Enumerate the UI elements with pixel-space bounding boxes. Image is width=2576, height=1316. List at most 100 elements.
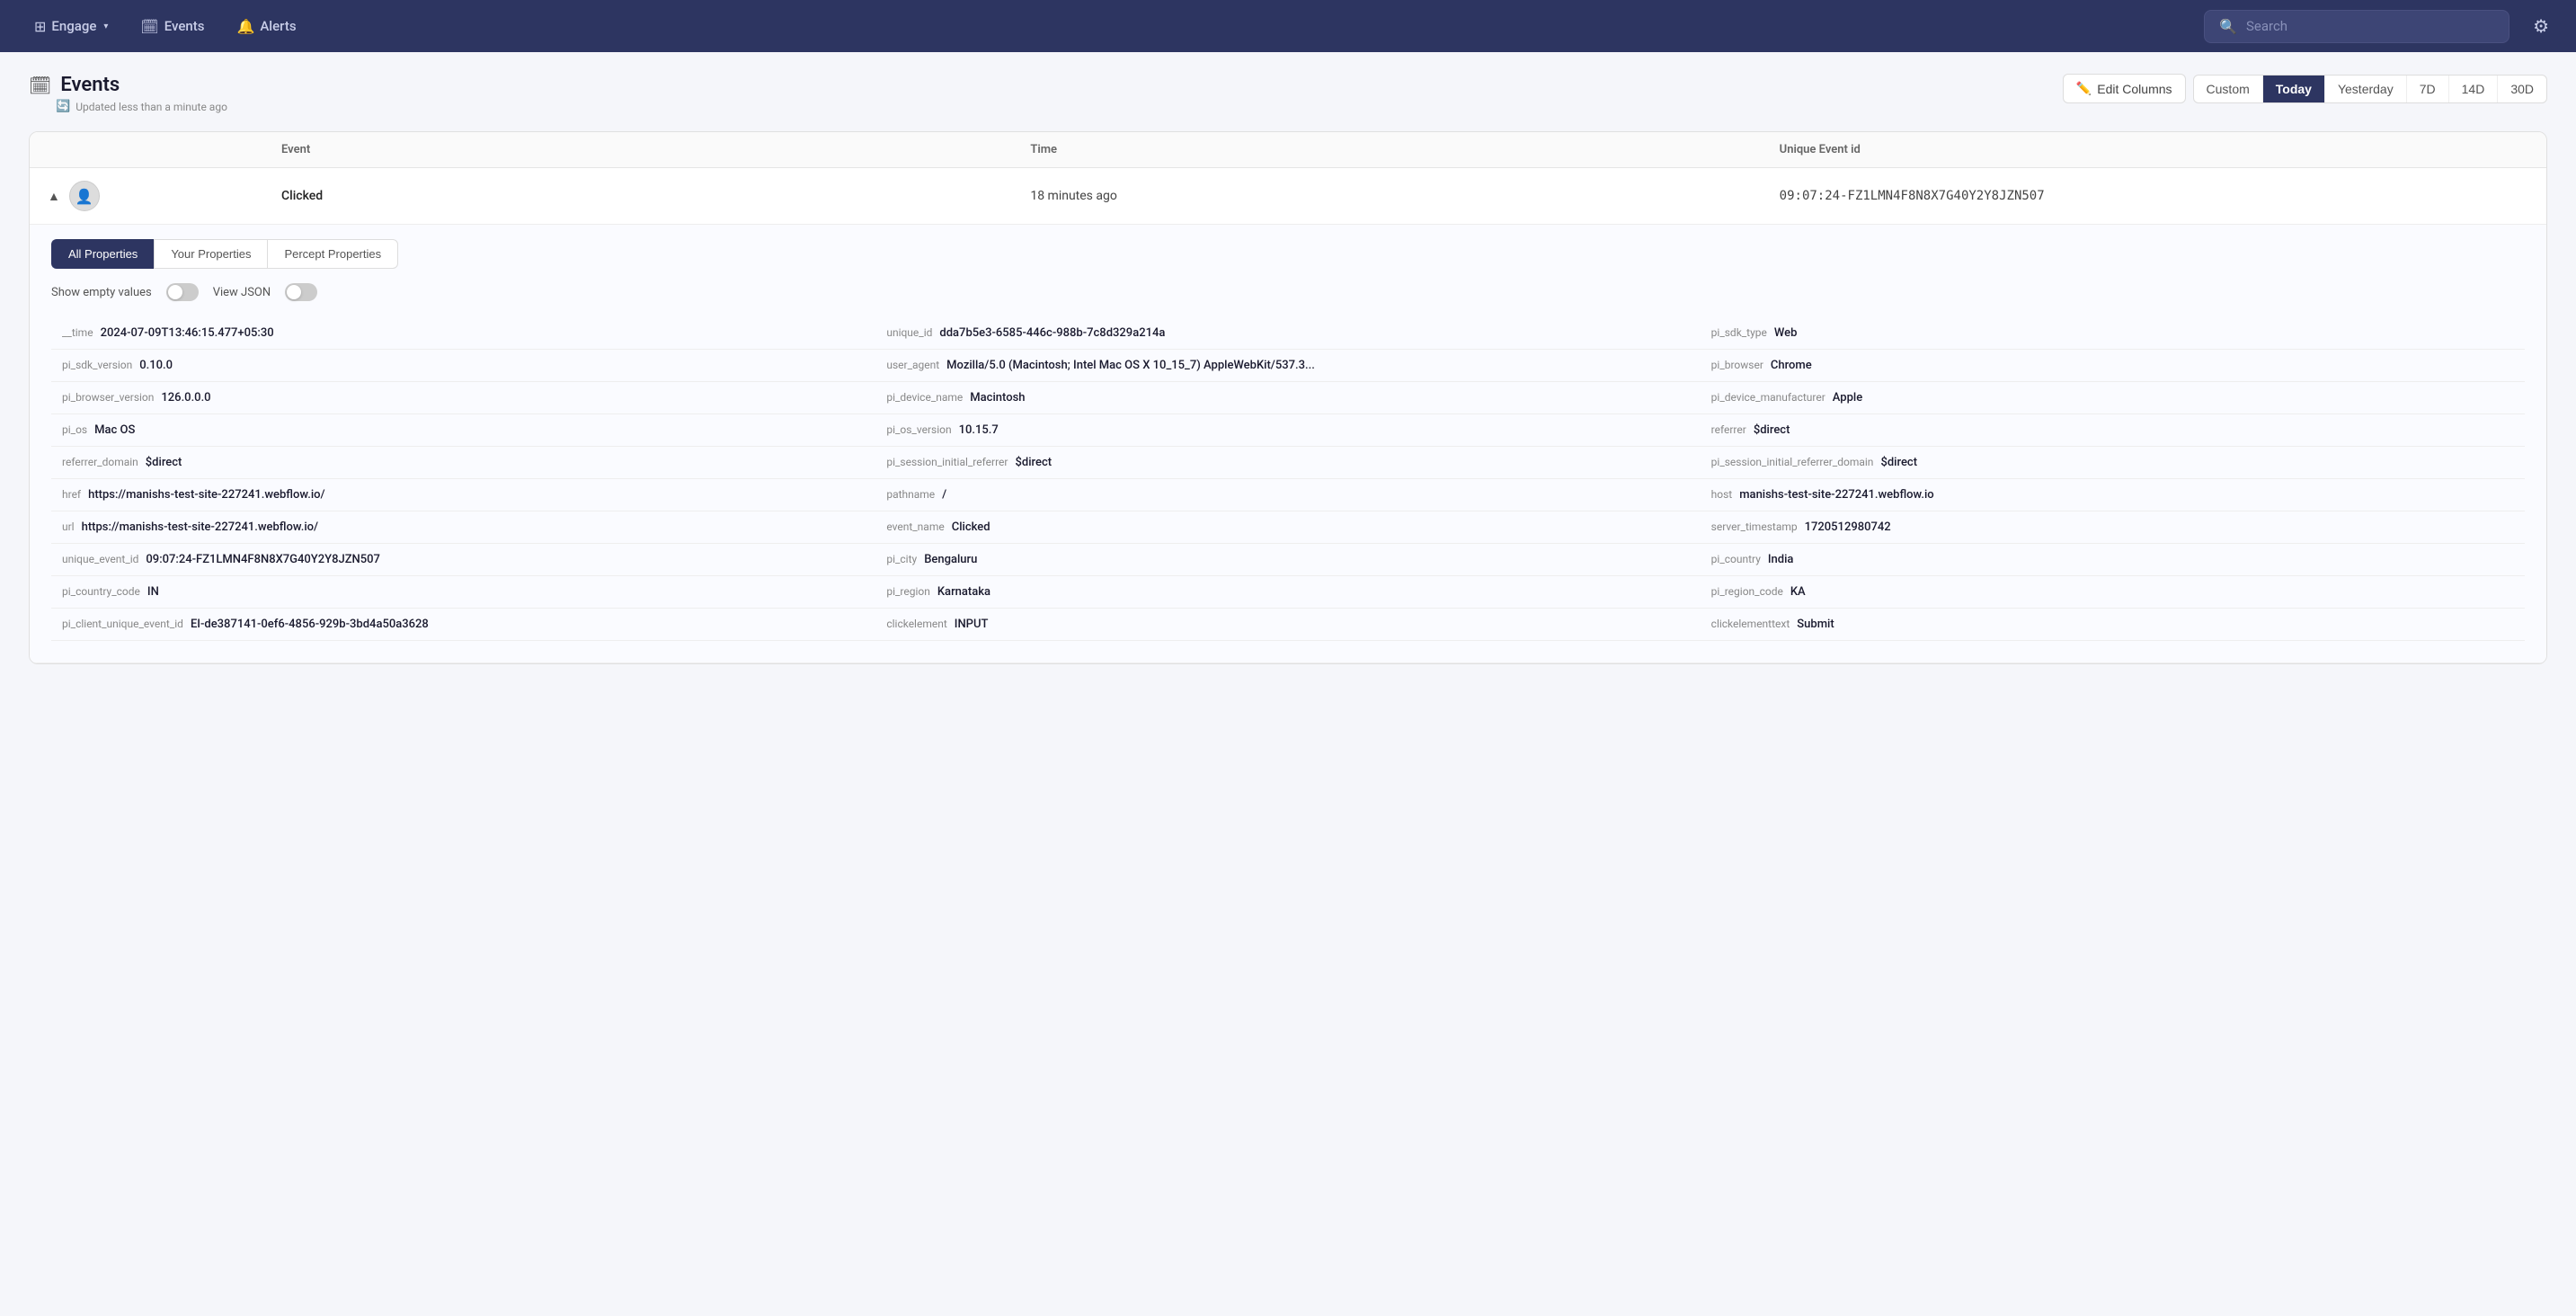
refresh-icon: 🔄 [56,100,70,113]
prop-item-clickelement: clickelement INPUT [875,609,1700,641]
prop-item-unique_id: unique_iddda7b5e3-6585-446c-988b-7c8d329… [875,317,1700,350]
prop-tab-2[interactable]: Percept Properties [267,239,398,269]
prop-key: unique_id [886,326,932,339]
page-header-right: ✏️ Edit Columns CustomTodayYesterday7D14… [2063,74,2547,103]
prop-value: Web [1774,326,1798,340]
prop-item-pi_country: pi_countryIndia [1701,544,2525,576]
prop-value: KA [1790,585,1806,599]
prop-key: server_timestamp [1711,520,1798,533]
prop-item-pi_region_code: pi_region_codeKA [1701,576,2525,609]
prop-item-host: host manishs-test-site-227241.webflow.io [1701,479,2525,511]
col-unique-event-id: Unique Event id [1780,143,2528,156]
prop-value: 0.10.0 [139,359,173,372]
prop-value: EI-de387141-0ef6-4856-929b-3bd4a50a3628 [191,618,429,631]
prop-item-pi_region: pi_regionKarnataka [875,576,1700,609]
prop-item-pi_city: pi_city Bengaluru [875,544,1700,576]
prop-item-pi_device_name: pi_device_name Macintosh [875,382,1700,414]
expand-button[interactable]: ▲ [48,189,60,203]
prop-key: pi_device_name [886,391,963,404]
events-nav-item[interactable]: 🗓 Events [128,11,217,42]
time-filter-7d[interactable]: 7D [2407,76,2449,102]
prop-key: pi_browser_version [62,391,154,404]
prop-item-pi_client_unique_event_id: pi_client_unique_event_id EI-de387141-0ef… [51,609,875,641]
properties-grid: __time 2024-07-09T13:46:15.477+05:30 uniqu… [51,317,2525,641]
prop-value: Macintosh [970,391,1025,405]
event-row: ▲ 👤 Clicked 18 minutes ago 09:07:24-FZ1L… [30,168,2546,663]
prop-value: 2024-07-09T13:46:15.477+05:30 [101,326,274,340]
time-filter-today[interactable]: Today [2263,76,2325,102]
engage-nav-item[interactable]: ⊞ Engage ▾ [22,11,120,42]
event-time: 18 minutes ago [1030,189,1779,203]
prop-item-referrer_domain: referrer_domain$direct [51,447,875,479]
edit-columns-button[interactable]: ✏️ Edit Columns [2063,74,2186,103]
prop-key: referrer [1711,423,1746,436]
prop-value: 09:07:24-FZ1LMN4F8N8X7G40Y2Y8JZN507 [146,553,380,566]
prop-key: host [1711,488,1733,501]
page-header-left: 🗓 Events 🔄 Updated less than a minute ag… [29,74,227,113]
prop-key: pathname [886,488,935,501]
pencil-icon: ✏️ [2076,81,2092,96]
prop-key: pi_city [886,553,917,565]
prop-item-pi_browser_version: pi_browser_version126.0.0.0 [51,382,875,414]
property-tabs: All PropertiesYour PropertiesPercept Pro… [51,239,2525,269]
settings-button[interactable]: ⚙ [2527,10,2554,43]
prop-tab-0[interactable]: All Properties [51,239,154,269]
prop-item-pi_session_initial_referrer: pi_session_initial_referrer$direct [875,447,1700,479]
prop-value: India [1768,553,1794,566]
prop-key: clickelementtext [1711,618,1790,630]
prop-key: clickelement [886,618,946,630]
page-title: Events [60,74,120,96]
prop-value: Bengaluru [924,553,977,566]
prop-key: user_agent [886,359,939,371]
prop-key: pi_sdk_version [62,359,132,371]
time-filter-14d[interactable]: 14D [2449,76,2499,102]
prop-value: / [942,488,946,502]
prop-key: unique_event_id [62,553,138,565]
engage-icon: ⊞ [34,18,46,35]
prop-value: manishs-test-site-227241.webflow.io [1739,488,1933,502]
prop-item-server_timestamp: server_timestamp 1720512980742 [1701,511,2525,544]
prop-tab-1[interactable]: Your Properties [154,239,267,269]
prop-key: pi_country_code [62,585,140,598]
table-header: Event Time Unique Event id [30,132,2546,168]
prop-item-user_agent: user_agentMozilla/5.0 (Macintosh; Intel … [875,350,1700,382]
prop-value: Clicked [952,520,990,534]
prop-key: __time [62,326,93,339]
prop-item-pi_sdk_type: pi_sdk_typeWeb [1701,317,2525,350]
alerts-nav-item[interactable]: 🔔 Alerts [224,11,308,42]
prop-value: 1720512980742 [1805,520,1891,534]
events-label: Events [164,18,205,34]
avatar-icon: 👤 [76,188,93,205]
event-row-main[interactable]: ▲ 👤 Clicked 18 minutes ago 09:07:24-FZ1L… [30,168,2546,224]
prop-item-__time: __time 2024-07-09T13:46:15.477+05:30 [51,317,875,350]
search-icon: 🔍 [2219,18,2237,35]
prop-value: IN [147,585,159,599]
prop-item-pi_device_manufacturer: pi_device_manufacturerApple [1701,382,2525,414]
view-json-toggle[interactable] [285,283,317,301]
time-filter-yesterday[interactable]: Yesterday [2325,76,2407,102]
top-navigation: ⊞ Engage ▾ 🗓 Events 🔔 Alerts 🔍 Search ⚙ [0,0,2576,52]
time-filter-group: CustomTodayYesterday7D14D30D [2193,75,2547,103]
prop-item-pi_browser: pi_browserChrome [1701,350,2525,382]
view-json-label: View JSON [213,286,271,299]
prop-value: $direct [1754,423,1790,437]
engage-chevron-icon: ▾ [103,22,108,31]
prop-key: pi_browser [1711,359,1763,371]
show-empty-toggle[interactable] [166,283,199,301]
toggle-row: Show empty values View JSON [51,283,2525,301]
prop-item-event_name: event_nameClicked [875,511,1700,544]
time-filter-custom[interactable]: Custom [2194,76,2263,102]
col-avatar [48,143,281,156]
prop-key: url [62,520,75,533]
prop-value: https://manishs-test-site-227241.webflow… [88,488,325,502]
prop-item-pi_country_code: pi_country_code IN [51,576,875,609]
time-filter-30d[interactable]: 30D [2498,76,2546,102]
alerts-label: Alerts [260,18,296,34]
search-placeholder: Search [2246,18,2287,34]
prop-key: pi_client_unique_event_id [62,618,183,630]
prop-key: pi_os [62,423,87,436]
prop-key: pi_session_initial_referrer [886,456,1008,468]
prop-value: INPUT [955,618,989,631]
prop-key: pi_region [886,585,930,598]
search-bar[interactable]: 🔍 Search [2204,10,2509,43]
